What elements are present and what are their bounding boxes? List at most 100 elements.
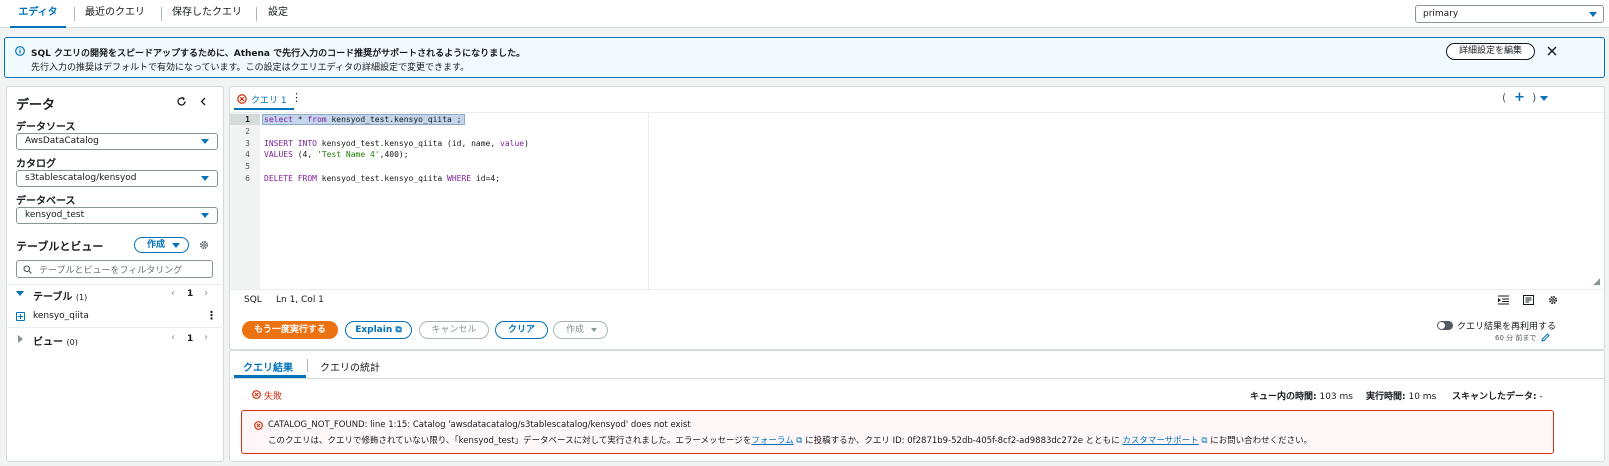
reuse-results-toggle[interactable] [1437, 321, 1453, 330]
format-icon[interactable] [1498, 295, 1509, 305]
expand-caret-icon[interactable] [18, 335, 23, 343]
error-icon [252, 390, 261, 399]
queue-time-label: キュー内の時間: [1250, 392, 1317, 402]
line-number: 6 [245, 174, 250, 183]
create-dropdown-button[interactable]: 作成 [134, 237, 189, 253]
tab-divider [161, 7, 162, 21]
workgroup-select[interactable]: primary [1415, 5, 1604, 23]
line-number: 4 [245, 150, 250, 160]
cancel-button[interactable]: キャンセル [419, 321, 489, 339]
chevron-down-icon [591, 328, 597, 332]
info-icon [15, 46, 25, 56]
code-line: VALUES (4, 'Test Name 4',400); [264, 150, 409, 160]
support-link[interactable]: カスタマーサポート [1122, 436, 1198, 446]
banner-title: SQL クエリの開発をスピードアップするために、Athena で先行入力のコード… [31, 49, 526, 59]
divider [6, 327, 224, 328]
more-options-icon[interactable]: ⋮ [206, 309, 217, 322]
chevron-down-icon[interactable] [1540, 96, 1548, 101]
line-number: 3 [245, 138, 250, 148]
table-filter-input[interactable]: テーブルとビューをフィルタリング [16, 260, 213, 278]
shortcuts-icon[interactable] [1523, 295, 1534, 305]
resize-handle-icon[interactable]: ◢ [1593, 277, 1600, 287]
scanned-data-value: - [1539, 392, 1543, 402]
datasource-label: データソース [16, 122, 76, 133]
forum-link[interactable]: フォーラム [751, 436, 793, 446]
collapse-icon[interactable] [199, 97, 208, 106]
refresh-icon[interactable] [176, 96, 187, 107]
edit-icon[interactable] [1541, 333, 1550, 342]
edit-settings-button[interactable]: 詳細設定を編集 [1446, 43, 1535, 60]
chevron-down-icon [172, 243, 180, 248]
reuse-results-label: クエリ結果を再利用する [1457, 322, 1557, 332]
explain-button[interactable]: Explain ⧉ [345, 321, 412, 339]
expand-caret-icon[interactable] [16, 291, 24, 296]
table-item[interactable]: kensyo_qiita [33, 311, 89, 321]
tab-settings[interactable]: 設定 [268, 0, 288, 28]
tab-scroll-right[interactable]: ) [1532, 91, 1536, 104]
code-line: select * from kensyod_test.kensyo_qiita … [264, 115, 462, 124]
external-link-icon: ⧉ [793, 436, 806, 446]
tab-query-results[interactable]: クエリ結果 [243, 359, 293, 374]
divider [230, 378, 1604, 379]
external-link-icon: ⧉ [1198, 436, 1211, 446]
create-label: 作成 [566, 325, 585, 335]
tab-editor[interactable]: エディタ [10, 0, 66, 28]
catalog-value: s3tablescatalog/kensyod [25, 173, 137, 183]
database-select[interactable]: kensyod_test [16, 207, 218, 224]
prev-page-icon[interactable]: ‹ [171, 332, 175, 343]
views-section-label[interactable]: ビュー (0) [33, 333, 78, 348]
tab-recent-queries[interactable]: 最近のクエリ [85, 0, 145, 28]
error-text: にお問い合わせください。 [1210, 436, 1313, 446]
clear-button[interactable]: クリア [495, 321, 548, 339]
workgroup-value: primary [1423, 9, 1459, 19]
chevron-down-icon [201, 176, 209, 181]
views-label: ビュー [33, 337, 63, 348]
create-label: 作成 [147, 240, 166, 250]
next-page-icon[interactable]: › [204, 288, 208, 299]
catalog-select[interactable]: s3tablescatalog/kensyod [16, 170, 218, 187]
prev-page-icon[interactable]: ‹ [171, 288, 175, 299]
run-again-button[interactable]: もう一度実行する [242, 321, 338, 339]
queue-time-value: 103 ms [1319, 392, 1353, 402]
editor-settings-icon[interactable] [1548, 295, 1558, 305]
chevron-down-icon [201, 139, 209, 144]
tab-scroll-left[interactable]: ( [1502, 91, 1506, 104]
query-tab-menu-icon[interactable]: ⋮ [291, 91, 302, 104]
tables-count: (1) [75, 293, 88, 302]
tab-divider [307, 359, 308, 372]
code-line: INSERT INTO kensyod_test.kensyo_qiita (i… [264, 138, 529, 148]
top-tab-bar: エディタ 最近のクエリ 保存したクエリ 設定 primary [0, 0, 1609, 28]
status-badge: 失敗 [264, 392, 283, 402]
code-editor[interactable]: 1 select * from kensyod_test.kensyo_qiita… [230, 112, 1604, 289]
datasource-select[interactable]: AwsDataCatalog [16, 133, 218, 150]
tab-divider [74, 7, 75, 21]
cursor-position: Ln 1, Col 1 [276, 295, 324, 305]
close-icon[interactable] [1547, 46, 1557, 56]
tables-label: テーブル [33, 292, 73, 303]
exec-time: 実行時間: 10 ms [1366, 389, 1436, 402]
queue-time: キュー内の時間: 103 ms [1250, 389, 1353, 402]
page-number[interactable]: 1 [187, 289, 193, 299]
datasource-value: AwsDataCatalog [25, 136, 99, 146]
tables-views-title: テーブルとビュー [16, 240, 104, 253]
banner-text: 先行入力の推奨はデフォルトで有効になっています。この設定はクエリエディタの詳細設… [31, 63, 470, 73]
scanned-data-label: スキャンしたデータ: [1452, 392, 1537, 402]
views-page-number[interactable]: 1 [187, 334, 193, 344]
query-tab[interactable]: クエリ 1 [251, 93, 287, 106]
add-query-icon[interactable]: + [1514, 90, 1525, 105]
external-link-icon: ⧉ [395, 325, 402, 335]
gear-icon[interactable] [199, 240, 209, 250]
next-page-icon[interactable]: › [204, 332, 208, 343]
database-label: データベース [16, 196, 76, 207]
create-button[interactable]: 作成 [553, 321, 608, 339]
active-tab-indicator [234, 108, 294, 110]
error-alert: CATALOG_NOT_FOUND: line 1:15: Catalog 'a… [241, 410, 1554, 454]
table-filter-placeholder: テーブルとビューをフィルタリング [39, 266, 183, 276]
error-icon [237, 94, 247, 104]
search-icon [23, 265, 32, 274]
print-margin [648, 113, 649, 289]
tables-section-label[interactable]: テーブル (1) [33, 288, 87, 303]
tab-saved-queries[interactable]: 保存したクエリ [172, 0, 242, 28]
tab-query-stats[interactable]: クエリの統計 [320, 359, 380, 374]
divider [6, 284, 224, 285]
